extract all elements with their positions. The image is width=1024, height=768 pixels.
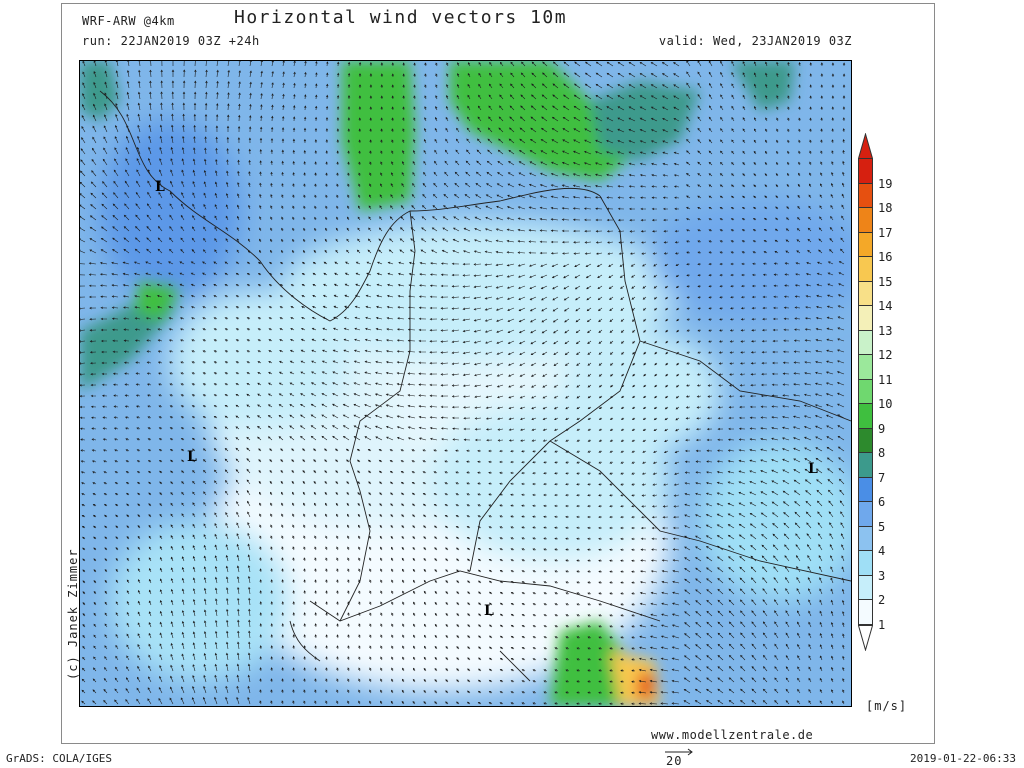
colorbar-label: 19 bbox=[878, 176, 893, 191]
colorbar-label: 4 bbox=[878, 544, 886, 558]
colorbar-label: 16 bbox=[878, 250, 893, 264]
reference-vector-label: 20 bbox=[666, 754, 683, 768]
website-label: www.modellzentrale.de bbox=[651, 728, 814, 742]
colorbar-label: 5 bbox=[878, 519, 886, 534]
colorbar-label: 14 bbox=[878, 299, 893, 313]
timestamp-label: 2019-01-22-06:33 bbox=[910, 752, 1016, 765]
colorbar-label: 8 bbox=[878, 446, 886, 460]
colorbar-swatch bbox=[858, 257, 873, 282]
colorbar-swatch bbox=[858, 306, 873, 331]
colorbar-label: 9 bbox=[878, 421, 886, 436]
colorbar-swatch bbox=[858, 183, 873, 208]
colorbar-swatch bbox=[858, 404, 873, 429]
colorbar-swatch bbox=[858, 208, 873, 233]
software-label: GrADS: COLA/IGES bbox=[6, 752, 112, 765]
colorbar-swatch bbox=[858, 600, 873, 625]
colorbar-label: 1 bbox=[878, 617, 886, 632]
colorbar-label: 17 bbox=[878, 225, 893, 240]
colorbar-swatch bbox=[858, 330, 873, 355]
colorbar-swatch bbox=[858, 575, 873, 600]
colorbar-swatch bbox=[858, 551, 873, 576]
map-title: Horizontal wind vectors 10m bbox=[234, 7, 568, 28]
colorbar-swatch bbox=[858, 526, 873, 551]
run-label: run: 22JAN2019 03Z +24h bbox=[82, 34, 260, 48]
low-pressure-label: L bbox=[155, 179, 165, 195]
valid-label: valid: Wed, 23JAN2019 03Z bbox=[658, 34, 852, 48]
colorbar-swatch bbox=[858, 379, 873, 404]
colorbar-swatch bbox=[858, 502, 873, 527]
colorbar-label: 18 bbox=[878, 201, 893, 215]
colorbar-top-cap bbox=[858, 133, 873, 159]
model-label: WRF-ARW @4km bbox=[82, 14, 175, 28]
low-pressure-label: L bbox=[484, 603, 494, 619]
colorbar-label: 11 bbox=[878, 372, 893, 387]
colorbar-swatch bbox=[858, 428, 873, 453]
colorbar-label: 3 bbox=[878, 568, 886, 583]
colorbar-label: 6 bbox=[878, 495, 886, 509]
colorbar-label: 2 bbox=[878, 593, 886, 607]
low-pressure-label: L bbox=[187, 449, 197, 465]
copyright-text: (c) Janek Zimmer bbox=[66, 548, 80, 680]
colorbar-swatch bbox=[858, 232, 873, 257]
low-pressure-label: L bbox=[808, 461, 818, 477]
colorbar-swatch bbox=[858, 281, 873, 306]
colorbar-label: 15 bbox=[878, 274, 893, 289]
colorbar-swatch bbox=[858, 453, 873, 478]
colorbar-swatch bbox=[858, 477, 873, 502]
colorbar-label: 10 bbox=[878, 397, 893, 411]
colorbar-bottom-cap bbox=[858, 624, 873, 651]
colorbar-swatch bbox=[858, 159, 873, 184]
colorbar-label: 7 bbox=[878, 470, 886, 485]
colorbar-label: 12 bbox=[878, 348, 893, 362]
wind-map: L L L L bbox=[79, 60, 852, 707]
colorbar-unit: [m/s] bbox=[866, 699, 908, 713]
colorbar-swatch bbox=[858, 355, 873, 380]
colorbar: 1 2 3 4 5 6 7 8 9 10 11 12 13 14 15 16 17 18 19 bbox=[858, 133, 948, 651]
wind-map-canvas: L L L L bbox=[80, 61, 851, 706]
colorbar-label: 13 bbox=[878, 323, 893, 338]
